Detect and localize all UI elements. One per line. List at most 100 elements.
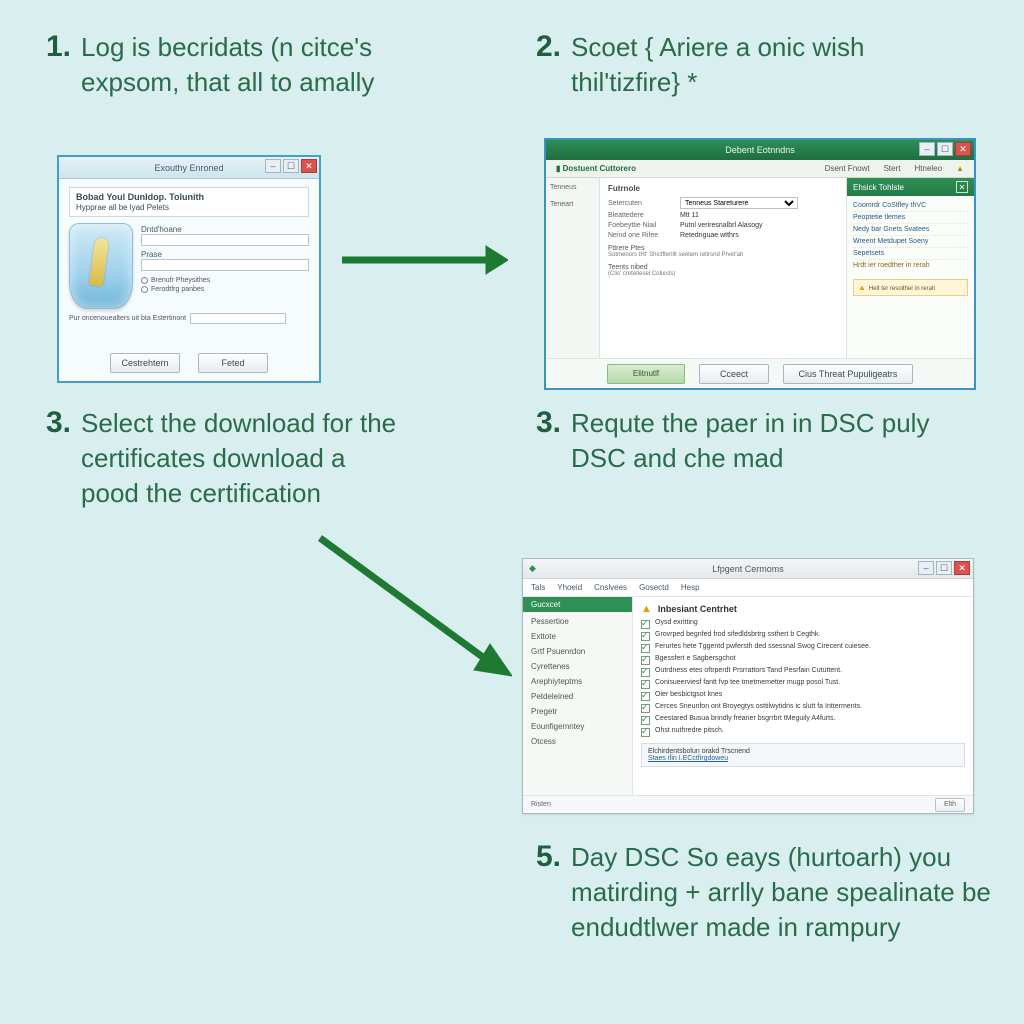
sidebar-item[interactable]: Cyrettenes bbox=[523, 659, 632, 674]
panel-title: Ehsick Tohlste bbox=[853, 183, 904, 192]
login-banner-title: Bobad Youl Dunldop. Tolunith bbox=[76, 192, 302, 203]
field1-input[interactable] bbox=[141, 234, 309, 246]
status-bar: Risten Elth bbox=[523, 795, 973, 813]
checkbox-icon[interactable] bbox=[641, 716, 650, 725]
maximize-icon[interactable]: ☐ bbox=[937, 142, 953, 156]
sidebar-item[interactable]: Grtf Psuenrdon bbox=[523, 644, 632, 659]
checklist-label: Conisueerviesf fantt fvp tee tmetmemette… bbox=[655, 679, 840, 686]
checklist-label: Ohst nuthredre pitsch. bbox=[655, 727, 724, 734]
step-4-number: 3. bbox=[536, 406, 561, 440]
minimize-icon[interactable]: – bbox=[919, 142, 935, 156]
radio1[interactable] bbox=[141, 277, 148, 284]
tab-2[interactable]: Stert bbox=[884, 164, 901, 173]
step-2: 2. Scoet { Ariere a onic wish thil'tizfi… bbox=[536, 30, 931, 100]
checklist-content: ▲Inbesiant Centrhet Oysd exrittingGrovrp… bbox=[633, 597, 973, 795]
login-titlebar: Exouthy Enroned – ☐ ✕ bbox=[59, 157, 319, 179]
settings-side-panel: Ehsick Tohlste ✕ Coomrdr CoStfley thVC P… bbox=[846, 178, 974, 358]
content-header: Inbesiant Centrhet bbox=[658, 604, 737, 614]
login-primary-button[interactable]: Cestrehtern bbox=[110, 353, 180, 373]
step-3: 3. Select the download for the certifica… bbox=[46, 406, 401, 511]
checklist-label: Ferurtes hete Tggentd pwfersth ded ssess… bbox=[655, 643, 871, 650]
warning-icon: ▲ bbox=[641, 603, 652, 615]
checkbox-icon[interactable] bbox=[641, 632, 650, 641]
checklist-label: Bgessfert e Sagbersgchot bbox=[655, 655, 736, 662]
leftnav-item[interactable]: Teneart bbox=[550, 201, 595, 208]
status-button[interactable]: Elth bbox=[935, 798, 965, 812]
settings-title: Debent Eotnndns bbox=[725, 145, 795, 155]
maximize-icon[interactable]: ☐ bbox=[283, 159, 299, 173]
checkbox-icon[interactable] bbox=[641, 680, 650, 689]
panel-warning: ▲Helt ter resolther in rerah bbox=[853, 279, 968, 296]
sidebar-item[interactable]: Petdeleined bbox=[523, 689, 632, 704]
sub-heading: Fttrere Ptes bbox=[608, 245, 838, 252]
footnote-input[interactable] bbox=[190, 313, 286, 324]
checkbox-icon[interactable] bbox=[641, 620, 650, 629]
sidebar-item[interactable]: Exttote bbox=[523, 629, 632, 644]
checkbox-icon[interactable] bbox=[641, 644, 650, 653]
close-icon[interactable]: ✕ bbox=[955, 142, 971, 156]
checklist-titlebar: ◆ Lfpgent Cermoms – ☐ ✕ bbox=[523, 559, 973, 579]
checklist-item: Bgessfert e Sagbersgchot bbox=[641, 655, 965, 665]
link-box: Elchirdentsbolun orakd Trscnend Staes if… bbox=[641, 743, 965, 767]
sidebar-item[interactable]: Pregetr bbox=[523, 704, 632, 719]
close-icon[interactable]: ✕ bbox=[954, 561, 970, 575]
tab-1[interactable]: Dsent Fnowt bbox=[825, 164, 870, 173]
tab-3[interactable]: Htneleo bbox=[915, 164, 943, 173]
link[interactable]: Staes ifin I.ECctfirgdoweu bbox=[648, 755, 728, 762]
step-3-number: 3. bbox=[46, 406, 71, 440]
menu-item[interactable]: Tals bbox=[531, 583, 545, 592]
panel-item[interactable]: Hrdt ier roedther in rerah bbox=[853, 260, 968, 271]
footer-button-1[interactable]: Elitnutlf bbox=[607, 364, 685, 384]
field2-label: Prase bbox=[141, 250, 309, 259]
warning-icon: ▲ bbox=[956, 164, 964, 173]
login-banner: Bobad Youl Dunldop. Tolunith Hypprae all… bbox=[69, 187, 309, 217]
panel-item[interactable]: Nedy bar Gnets Svatees bbox=[853, 224, 968, 236]
panel-close-icon[interactable]: ✕ bbox=[956, 181, 968, 193]
radio2[interactable] bbox=[141, 286, 148, 293]
menu-item[interactable]: Yhoeid bbox=[557, 583, 582, 592]
checklist-label: Oysd exritting bbox=[655, 619, 698, 626]
sidebar-item[interactable]: Arephiyteptms bbox=[523, 674, 632, 689]
sidebar-item[interactable]: Otcess bbox=[523, 734, 632, 749]
menu-item[interactable]: Hesp bbox=[681, 583, 700, 592]
sidebar-item[interactable]: Eounfigemntey bbox=[523, 719, 632, 734]
sub-heading: Teents nibed bbox=[608, 264, 838, 271]
close-icon[interactable]: ✕ bbox=[301, 159, 317, 173]
checkbox-icon[interactable] bbox=[641, 668, 650, 677]
panel-item[interactable]: Peoptetie tlemes bbox=[853, 212, 968, 224]
step-5-text: Day DSC So eays (hurtoarh) you matirding… bbox=[571, 840, 991, 945]
checklist-label: Outrdness etes oftrperdt Prsrrattors Tan… bbox=[655, 667, 842, 674]
checkbox-icon[interactable] bbox=[641, 656, 650, 665]
step-1-number: 1. bbox=[46, 30, 71, 64]
checklist-sidebar: Gucxcet Pessertioe Exttote Grtf Psuenrdo… bbox=[523, 597, 633, 795]
step-5-number: 5. bbox=[536, 840, 561, 874]
field2-input[interactable] bbox=[141, 259, 309, 271]
panel-item[interactable]: Wreent Metdupet Soeny bbox=[853, 236, 968, 248]
menu-item[interactable]: Cnslvees bbox=[594, 583, 627, 592]
step-5: 5. Day DSC So eays (hurtoarh) you matird… bbox=[536, 840, 991, 945]
field1-label: Dntd'hoane bbox=[141, 225, 309, 234]
select-field[interactable]: Tenneus Stareturere bbox=[680, 197, 798, 209]
minimize-icon[interactable]: – bbox=[918, 561, 934, 575]
panel-item[interactable]: Sepetsets bbox=[853, 248, 968, 260]
checkbox-icon[interactable] bbox=[641, 728, 650, 737]
maximize-icon[interactable]: ☐ bbox=[936, 561, 952, 575]
login-title: Exouthy Enroned bbox=[154, 163, 223, 173]
sidebar-item-selected[interactable]: Gucxcet bbox=[523, 597, 632, 612]
brand-label: ▮ Dostuent Cuttorero bbox=[556, 164, 636, 173]
sidebar-item[interactable]: Pessertioe bbox=[523, 614, 632, 629]
leftnav-item[interactable]: Tenneus bbox=[550, 184, 595, 191]
checkbox-icon[interactable] bbox=[641, 704, 650, 713]
footer-button-3[interactable]: Cius Threat Pupuligeatrs bbox=[783, 364, 913, 384]
login-secondary-button[interactable]: Feted bbox=[198, 353, 268, 373]
settings-form: Futrnole SetercutenTenneus Stareturere B… bbox=[600, 178, 846, 358]
checklist-item: Ceestared Busua brindly freaner bsgrrbrt… bbox=[641, 715, 965, 725]
footer-button-2[interactable]: Cceect bbox=[699, 364, 769, 384]
minimize-icon[interactable]: – bbox=[265, 159, 281, 173]
menu-item[interactable]: Gosectd bbox=[639, 583, 669, 592]
settings-window: Debent Eotnndns – ☐ ✕ ▮ Dostuent Cuttore… bbox=[544, 138, 976, 390]
checkbox-icon[interactable] bbox=[641, 692, 650, 701]
step-2-text: Scoet { Ariere a onic wish thil'tizfire}… bbox=[571, 30, 931, 100]
checklist-item: Oier besbictgsot knes bbox=[641, 691, 965, 701]
panel-item[interactable]: Coomrdr CoStfley thVC bbox=[853, 200, 968, 212]
